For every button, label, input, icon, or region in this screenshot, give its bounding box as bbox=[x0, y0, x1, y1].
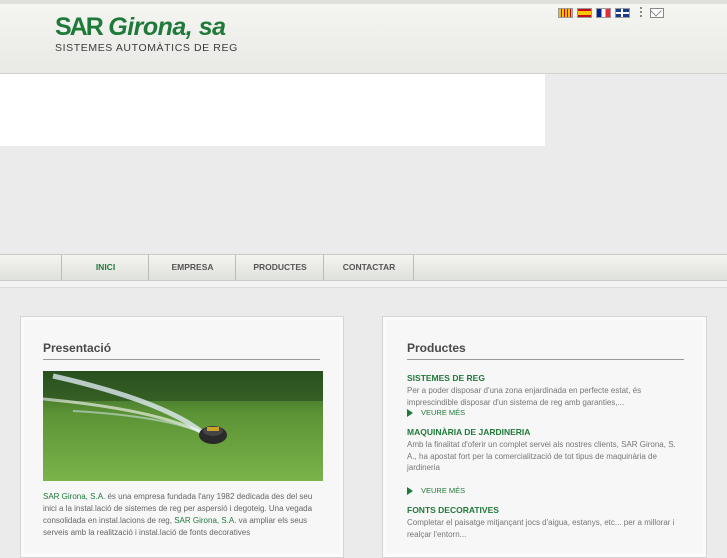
company-logo[interactable]: SAR Girona, sa bbox=[55, 14, 226, 40]
product-text-maquinaria: Amb la finalitat d'oferir un complet ser… bbox=[407, 440, 676, 472]
french-flag-icon[interactable] bbox=[596, 8, 611, 18]
header-top-line bbox=[0, 0, 727, 4]
veure-mes-link[interactable]: VEURE MÉS bbox=[407, 486, 465, 495]
nav-item-productes[interactable]: PRODUCTES bbox=[235, 255, 324, 280]
nav-item-empresa[interactable]: EMPRESA bbox=[148, 255, 236, 280]
banner-area bbox=[0, 74, 545, 146]
logo-name: Girona, sa bbox=[101, 13, 226, 41]
nav-shadow bbox=[0, 281, 727, 288]
product-title-maquinaria[interactable]: MAQUINÀRIA DE JARDINERIA bbox=[407, 427, 530, 437]
company-name: SAR Girona, S.A. bbox=[174, 516, 237, 525]
product-title-fonts-decoratives[interactable]: FONTS DECORATIVES bbox=[407, 505, 499, 515]
veure-mes-label: VEURE MÉS bbox=[421, 486, 466, 495]
site-header: SAR Girona, sa SISTEMES AUTOMÀTICS DE RE… bbox=[0, 0, 727, 74]
divider bbox=[407, 359, 684, 360]
presentacio-panel: Presentació SAR Girona, S.A. és una empr… bbox=[20, 316, 344, 558]
play-arrow-icon bbox=[407, 486, 413, 495]
nav-item-contactar[interactable]: CONTACTAR bbox=[323, 255, 414, 280]
product-text-fonts-decoratives: Completar el paisatge mitjançant jocs d'… bbox=[407, 518, 675, 539]
sprinkler-photo bbox=[43, 371, 323, 481]
presentacio-text: SAR Girona, S.A. és una empresa fundada … bbox=[43, 491, 318, 539]
divider bbox=[640, 7, 642, 19]
veure-mes-link[interactable]: VEURE MÉS bbox=[407, 408, 465, 417]
play-arrow-icon bbox=[407, 408, 413, 417]
envelope-icon[interactable] bbox=[650, 8, 664, 18]
nav-divider bbox=[413, 255, 414, 280]
divider bbox=[43, 359, 320, 360]
logo-tagline: SISTEMES AUTOMÀTICS DE REG bbox=[55, 42, 238, 54]
presentacio-title: Presentació bbox=[43, 341, 112, 355]
catalan-flag-icon[interactable] bbox=[558, 8, 573, 18]
product-title-sistemes-de-reg[interactable]: SISTEMES DE REG bbox=[407, 373, 485, 383]
veure-mes-label: VEURE MÉS bbox=[421, 408, 466, 417]
productes-title: Productes bbox=[407, 341, 466, 355]
sprinkler-illustration bbox=[43, 371, 323, 481]
main-nav: INICI EMPRESA PRODUCTES CONTACTAR bbox=[0, 254, 727, 281]
company-name: SAR Girona, S.A. bbox=[43, 492, 106, 501]
english-flag-icon[interactable] bbox=[615, 8, 630, 18]
language-selector bbox=[558, 7, 664, 19]
productes-panel: Productes SISTEMES DE REG Per a poder di… bbox=[382, 316, 707, 558]
product-text-sistemes-de-reg: Per a poder disposar d'una zona enjardin… bbox=[407, 386, 642, 407]
logo-sar: SAR bbox=[55, 13, 104, 41]
nav-item-inici[interactable]: INICI bbox=[61, 255, 149, 280]
spanish-flag-icon[interactable] bbox=[577, 8, 592, 18]
